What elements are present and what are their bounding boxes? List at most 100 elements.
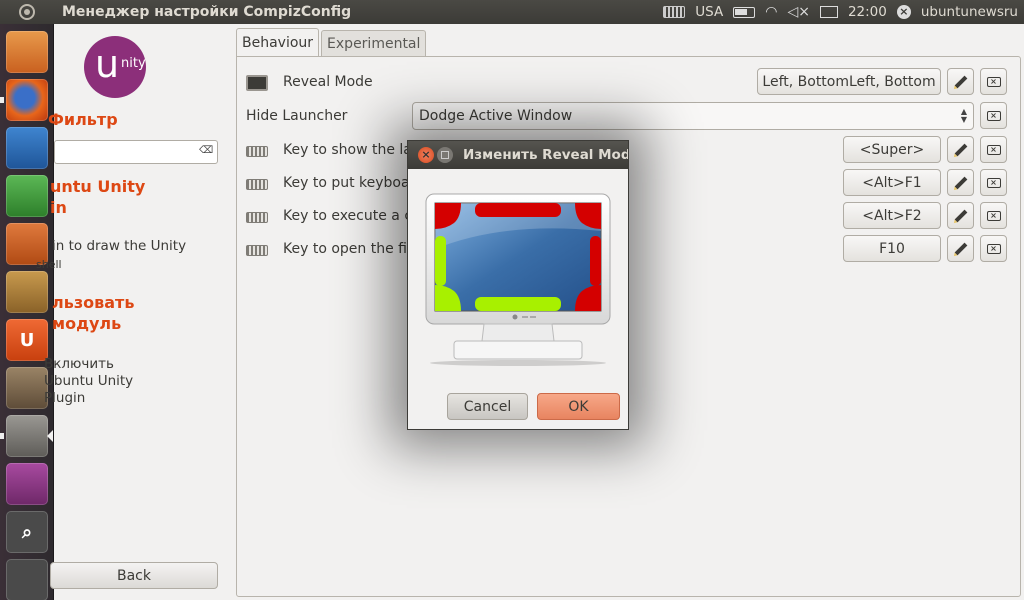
ok-button[interactable]: OK — [537, 393, 620, 420]
ok-button-label: OK — [568, 398, 589, 415]
hide-launcher-row: Hide Launcher Dodge Active Window ▲ ▼ × — [246, 102, 1016, 132]
tab-label: Behaviour — [242, 34, 314, 51]
hide-launcher-combo[interactable]: Dodge Active Window ▲ ▼ — [412, 102, 974, 130]
back-button[interactable]: Back — [50, 562, 218, 589]
key-keyboard-label: Key to put keyboar — [283, 175, 416, 191]
home-folder-icon[interactable] — [6, 31, 48, 73]
volume-mute-icon[interactable]: ◁× — [787, 4, 810, 20]
edit-button[interactable] — [947, 68, 974, 95]
reset-button[interactable]: × — [980, 202, 1007, 229]
compizconfig-icon[interactable] — [6, 415, 48, 457]
use-plugin-heading-line2: модуль — [52, 314, 122, 333]
monitor-button — [522, 316, 528, 318]
hide-launcher-value: Dodge Active Window — [419, 108, 573, 124]
ubuntu-one-icon[interactable]: U — [6, 319, 48, 361]
wifi-icon[interactable]: ◠ — [765, 4, 777, 20]
key-keyboard-row: Key to put keyboar <Alt>F1 × — [246, 169, 1016, 199]
key-execute-button[interactable]: <Alt>F2 — [843, 202, 941, 229]
clear-icon: × — [986, 177, 1001, 188]
session-icon[interactable]: × — [896, 5, 911, 19]
enable-plugin-label-line3[interactable]: Plugin — [44, 390, 85, 406]
clear-icon: × — [986, 210, 1001, 221]
top-edge-active — [475, 203, 561, 217]
pencil-icon — [954, 209, 967, 222]
key-keyboard-value: <Alt>F1 — [862, 174, 922, 191]
reset-button[interactable]: × — [980, 136, 1007, 163]
maximize-icon[interactable] — [437, 147, 453, 163]
cancel-button[interactable]: Cancel — [447, 393, 528, 420]
key-show-row: Key to show the lau <Super> × — [246, 136, 1016, 166]
plugin-heading-line2: in — [50, 198, 67, 217]
libreoffice-writer-icon[interactable] — [6, 127, 48, 169]
battery-icon[interactable] — [733, 6, 756, 18]
key-execute-label: Key to execute a co — [283, 208, 421, 224]
config-sidebar: u nity Фильтр ⌫ untu Unity in in to draw… — [36, 24, 234, 600]
cancel-button-label: Cancel — [463, 398, 512, 415]
key-open-label: Key to open the firs — [283, 241, 421, 257]
reset-button[interactable]: × — [980, 68, 1007, 95]
hide-launcher-label: Hide Launcher — [246, 108, 348, 124]
indicator-area: USA ◠ ◁× 22:00 × ubuntunewsru — [663, 0, 1018, 24]
clear-icon: × — [986, 243, 1001, 254]
edit-button[interactable] — [947, 235, 974, 262]
clock[interactable]: 22:00 — [848, 4, 887, 20]
key-open-value: F10 — [879, 240, 905, 257]
key-keyboard-button[interactable]: <Alt>F1 — [843, 169, 941, 196]
gimp-icon[interactable] — [6, 367, 48, 409]
reveal-mode-dialog: × Изменить Reveal Mode Cancel OK — [407, 140, 629, 430]
filter-input[interactable]: ⌫ — [54, 140, 218, 164]
edit-button[interactable] — [947, 169, 974, 196]
ubuntu-logo-icon[interactable] — [0, 0, 54, 24]
software-center-icon[interactable] — [6, 271, 48, 313]
keyboard-icon — [246, 146, 268, 157]
power-led-icon — [512, 314, 518, 320]
plugin-description: in to draw the Unity — [52, 238, 187, 254]
key-execute-row: Key to execute a co <Alt>F2 × — [246, 202, 1016, 232]
mail-icon[interactable] — [819, 6, 838, 18]
tab-bar: Behaviour Experimental — [236, 28, 427, 56]
monitor-icon — [246, 75, 268, 91]
keyboard-layout-label[interactable]: USA — [695, 4, 723, 20]
left-edge-enabled — [435, 236, 446, 286]
reveal-mode-button[interactable]: Left, BottomLeft, Bottom — [757, 68, 941, 95]
firefox-icon[interactable] — [6, 79, 48, 121]
key-show-button[interactable]: <Super> — [843, 136, 941, 163]
monitor-button — [530, 316, 536, 318]
trash-icon[interactable] — [6, 559, 48, 600]
workspace-switcher-icon[interactable] — [6, 463, 48, 505]
libreoffice-calc-icon[interactable] — [6, 175, 48, 217]
key-open-row: Key to open the firs F10 × — [246, 235, 1016, 265]
edit-button[interactable] — [947, 136, 974, 163]
edit-button[interactable] — [947, 202, 974, 229]
filter-heading: Фильтр — [48, 110, 118, 129]
username[interactable]: ubuntunewsru — [921, 4, 1018, 20]
keyboard-icon — [246, 179, 268, 190]
reset-button[interactable]: × — [980, 235, 1007, 262]
tab-behaviour[interactable]: Behaviour — [236, 28, 320, 56]
tab-experimental[interactable]: Experimental — [321, 30, 427, 56]
key-open-button[interactable]: F10 — [843, 235, 941, 262]
enable-plugin-label-line2[interactable]: Ubuntu Unity — [44, 373, 133, 389]
pencil-icon — [954, 75, 967, 88]
dialog-titlebar[interactable]: × Изменить Reveal Mode — [408, 141, 628, 169]
plugin-description-tail: shell — [36, 258, 62, 271]
reveal-mode-row: Reveal Mode Left, BottomLeft, Bottom × — [246, 68, 1016, 98]
key-execute-value: <Alt>F2 — [862, 207, 922, 224]
enable-plugin-checkbox-label[interactable]: Включить — [44, 356, 114, 372]
monitor-edge-picker[interactable] — [424, 191, 612, 371]
monitor-neck — [481, 323, 555, 342]
clear-icon[interactable]: ⌫ — [199, 145, 213, 157]
monitor-shadow — [430, 360, 606, 366]
clear-icon: × — [986, 144, 1001, 155]
pencil-icon — [954, 176, 967, 189]
keyboard-icon — [246, 212, 268, 223]
close-icon[interactable]: × — [418, 147, 434, 163]
reset-button[interactable]: × — [980, 169, 1007, 196]
logo-word: nity — [121, 56, 146, 71]
pencil-icon — [954, 143, 967, 156]
keyboard-icon[interactable] — [663, 6, 686, 18]
unity-logo: u nity — [84, 36, 146, 98]
keyboard-icon — [246, 245, 268, 256]
reset-button[interactable]: × — [980, 102, 1007, 129]
lens-search-icon[interactable]: ⌕ — [6, 511, 48, 553]
